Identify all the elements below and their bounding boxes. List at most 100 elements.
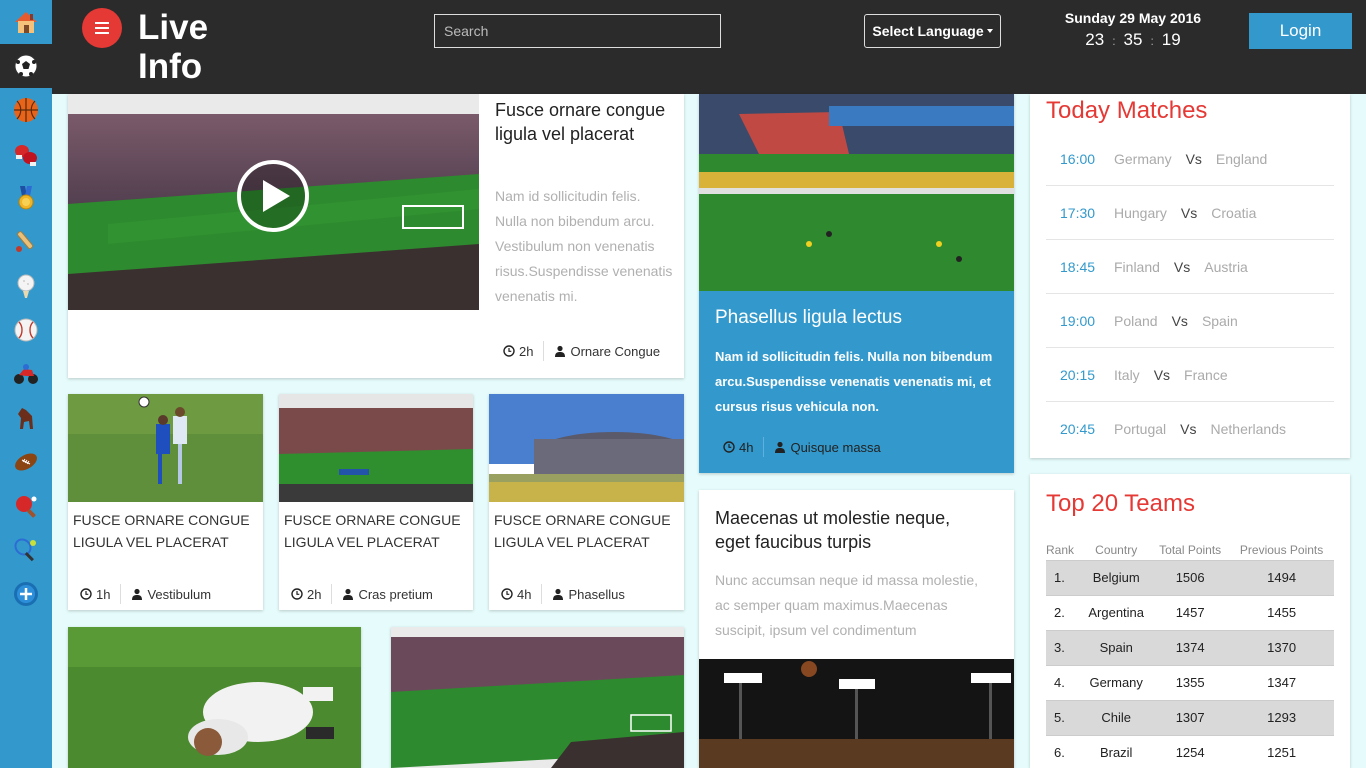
top-header: Live Info Select Language Sunday 29 May … <box>52 0 1366 94</box>
sidebar-item-home[interactable] <box>0 0 52 44</box>
sidebar-item-rugby[interactable] <box>0 440 52 484</box>
match-row[interactable]: 16:00 Germany Vs England <box>1046 132 1334 186</box>
article-title[interactable]: Fusce ornare congue ligula vel placerat <box>284 509 472 553</box>
hamburger-icon <box>95 22 109 34</box>
sports-sidebar <box>0 0 52 768</box>
featured-excerpt: Nam id sollicitudin felis. Nulla non bib… <box>495 188 673 304</box>
more-icon <box>14 582 38 606</box>
sidebar-item-tennis[interactable] <box>0 528 52 572</box>
sidebar-item-basketball[interactable] <box>0 88 52 132</box>
article-card[interactable]: Fusce ornare congue ligula vel placerat … <box>68 394 263 610</box>
top-teams-table: Rank Country Total Points Previous Point… <box>1046 540 1334 768</box>
horse-icon <box>18 408 33 429</box>
article-image[interactable] <box>391 627 684 768</box>
sidebar-item-football[interactable] <box>0 44 52 88</box>
highlight-article-card[interactable]: Phasellus ligula lectus Nam id sollicitu… <box>699 94 1014 473</box>
user-icon <box>553 588 564 600</box>
match-row[interactable]: 18:45 Finland Vs Austria <box>1046 240 1334 294</box>
today-matches-panel: Today Matches 16:00 Germany Vs England 17:3… <box>1030 94 1350 458</box>
sidebar-item-golf[interactable] <box>0 264 52 308</box>
highlight-meta: 4h Quisque massa <box>723 437 881 457</box>
soccer-ball-icon <box>14 54 38 78</box>
table-row[interactable]: 3. Spain 1374 1370 <box>1046 629 1334 665</box>
caret-down-icon <box>986 29 993 33</box>
article-card-large[interactable]: Maecenas ut molestie neque, eget faucibu… <box>699 490 1014 768</box>
article-excerpt: Nunc accumsan neque id massa molestie, a… <box>715 572 979 638</box>
article-card[interactable]: Fusce ornare congue ligula vel placerat … <box>279 394 473 610</box>
baseball-icon <box>14 318 38 342</box>
table-row[interactable]: 6. Brazil 1254 1251 <box>1046 734 1334 768</box>
cricket-bat-icon <box>16 231 34 252</box>
sidebar-item-boxing[interactable] <box>0 132 52 176</box>
home-icon <box>15 12 37 33</box>
article-meta: 2h Cras pretium <box>291 584 433 604</box>
medal-icon <box>18 186 34 210</box>
article-image[interactable] <box>68 394 263 502</box>
article-image[interactable] <box>699 659 1014 768</box>
article-card[interactable]: Fusce ornare congue ligula vel placerat … <box>489 394 684 610</box>
rugby-ball-icon <box>15 453 37 471</box>
sidebar-item-more[interactable] <box>0 572 52 616</box>
user-icon <box>555 345 566 357</box>
search-input[interactable] <box>434 14 721 48</box>
today-matches-title: Today Matches <box>1046 97 1208 124</box>
sidebar-item-medals[interactable] <box>0 176 52 220</box>
boxing-glove-icon <box>15 145 37 166</box>
clock-icon <box>80 588 92 600</box>
sidebar-item-motorsport[interactable] <box>0 352 52 396</box>
site-logo[interactable]: Live Info <box>138 8 208 86</box>
motorbike-icon <box>14 364 38 384</box>
column-header-country: Country <box>1095 542 1138 557</box>
article-image[interactable] <box>68 627 361 768</box>
menu-button[interactable] <box>82 8 122 48</box>
column-header-total: Total Points <box>1159 542 1222 557</box>
article-image[interactable] <box>699 94 1014 291</box>
sidebar-item-cricket[interactable] <box>0 220 52 264</box>
highlight-excerpt: Nam id sollicitudin felis. Nulla non bib… <box>715 349 993 414</box>
highlight-title[interactable]: Phasellus ligula lectus <box>715 307 902 329</box>
article-card[interactable] <box>391 627 684 768</box>
match-row[interactable]: 19:00 Poland Vs Spain <box>1046 294 1334 348</box>
match-row[interactable]: 17:30 Hungary Vs Croatia <box>1046 186 1334 240</box>
match-row[interactable]: 20:15 Italy Vs France <box>1046 348 1334 402</box>
sidebar-item-horse-racing[interactable] <box>0 396 52 440</box>
table-row[interactable]: 2. Argentina 1457 1455 <box>1046 594 1334 630</box>
tennis-icon <box>14 538 36 562</box>
sidebar-item-table-tennis[interactable] <box>0 484 52 528</box>
clock-icon <box>723 441 735 453</box>
article-meta: 4h Phasellus <box>501 584 625 604</box>
sidebar-item-baseball[interactable] <box>0 308 52 352</box>
current-time: 23:35:19 <box>1085 30 1181 49</box>
article-meta: 1h Vestibulum <box>80 584 211 604</box>
article-image[interactable] <box>279 394 473 502</box>
featured-video-thumbnail[interactable] <box>68 94 479 310</box>
user-icon <box>132 588 143 600</box>
top-teams-title: Top 20 Teams <box>1046 490 1195 517</box>
clock-icon <box>291 588 303 600</box>
featured-meta: 2h Ornare Congue <box>503 341 660 361</box>
user-icon <box>343 588 354 600</box>
basketball-icon <box>14 98 38 122</box>
table-row[interactable]: 4. Germany 1355 1347 <box>1046 664 1334 700</box>
column-header-rank: Rank <box>1046 542 1075 557</box>
current-date: Sunday 29 May 2016 <box>1064 10 1202 26</box>
article-card[interactable] <box>68 627 361 768</box>
match-row[interactable]: 20:45 Portugal Vs Netherlands <box>1046 402 1334 456</box>
column-header-previous: Previous Points <box>1239 542 1324 557</box>
clock-icon <box>503 345 515 357</box>
clock-icon <box>501 588 513 600</box>
login-button[interactable]: Login <box>1249 13 1352 49</box>
article-title[interactable]: Fusce ornare congue ligula vel placerat <box>494 509 682 553</box>
article-title[interactable]: Fusce ornare congue ligula vel placerat <box>73 509 261 553</box>
golf-ball-icon <box>17 274 35 298</box>
featured-article-card[interactable]: Fusce ornare congue ligula vel placerat … <box>68 94 684 378</box>
language-select[interactable]: Select Language <box>864 14 1001 48</box>
featured-title[interactable]: Fusce ornare congue ligula vel placerat <box>495 98 684 146</box>
top-teams-panel: Top 20 Teams Rank Country Total Points P… <box>1030 474 1350 768</box>
user-icon <box>775 441 786 453</box>
date-time: Sunday 29 May 2016 23:35:19 <box>1062 10 1204 50</box>
table-row[interactable]: 5. Chile 1307 1293 <box>1046 699 1334 735</box>
article-title[interactable]: Maecenas ut molestie neque, eget faucibu… <box>715 506 985 554</box>
article-image[interactable] <box>489 394 684 502</box>
table-row[interactable]: 1. Belgium 1506 1494 <box>1046 559 1334 595</box>
